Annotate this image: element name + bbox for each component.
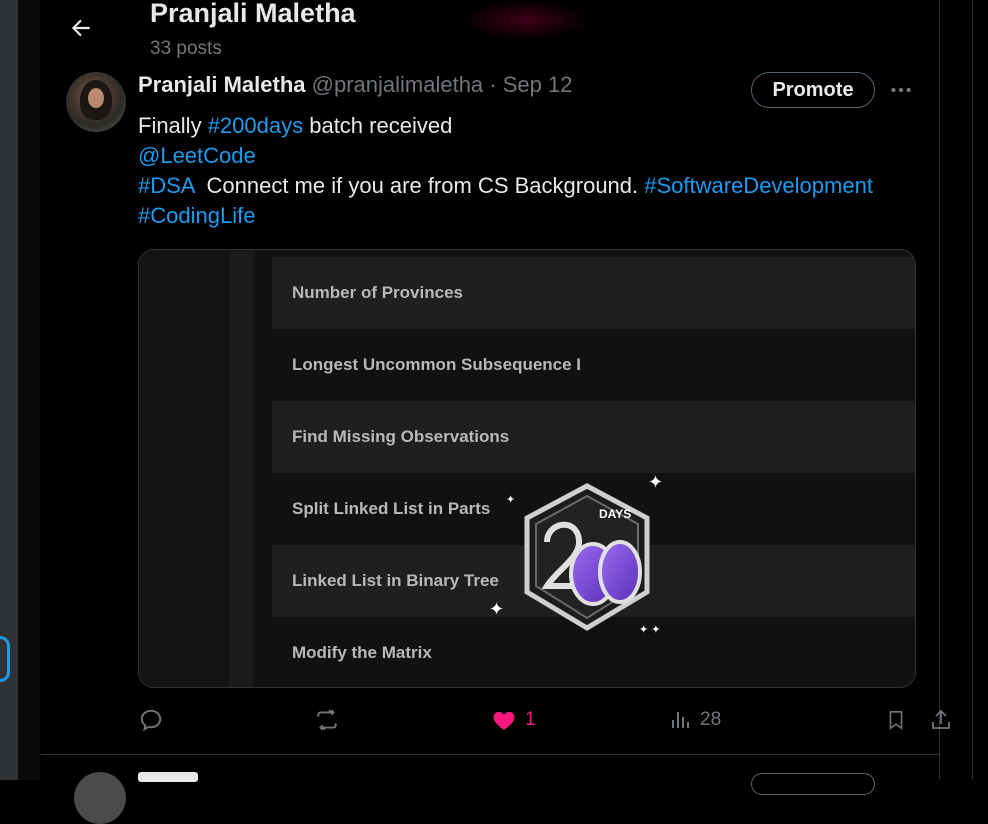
- profile-column: Pranjali Maletha 33 posts Pranjali Malet…: [41, 0, 950, 824]
- author-name[interactable]: Pranjali Maletha: [138, 72, 306, 97]
- tweet-text: Finally #200days batch received @LeetCod…: [138, 111, 928, 231]
- image-sidebar-edge: [229, 250, 254, 687]
- analytics-icon: [672, 712, 689, 728]
- heart-icon: [493, 711, 515, 730]
- problem-row: Find Missing Observations: [272, 401, 915, 473]
- divider: [41, 754, 939, 755]
- sparkle-icon: ✦ ✦: [639, 624, 661, 636]
- view-count: 28: [700, 709, 722, 730]
- promote-button[interactable]: Promote: [751, 72, 875, 108]
- promote-button[interactable]: [751, 773, 875, 795]
- views-button[interactable]: 28: [668, 700, 721, 740]
- next-tweet-author: [138, 772, 198, 782]
- like-button[interactable]: 1: [491, 700, 536, 740]
- tweet-text-segment: Connect me if you are from CS Background…: [194, 173, 645, 198]
- tweet-text-segment: Finally: [138, 113, 208, 138]
- more-icon: [891, 87, 911, 93]
- hashtag-dsa[interactable]: #DSA: [138, 173, 194, 198]
- problem-row: Longest Uncommon Subsequence I: [292, 355, 582, 374]
- tweet-text-segment: batch received: [303, 113, 453, 138]
- badge-label: DAYS: [599, 507, 631, 521]
- sparkle-icon: ✦: [506, 494, 516, 506]
- share-icon: [932, 709, 950, 729]
- bookmark-button[interactable]: [885, 700, 907, 740]
- sparkle-icon: ✦: [489, 599, 505, 619]
- mention-leetcode[interactable]: @LeetCode: [138, 143, 256, 168]
- sparkle-icon: ✦: [648, 472, 664, 492]
- like-count: 1: [525, 709, 536, 730]
- author-meta[interactable]: @pranjalimaletha · Sep 12: [312, 72, 573, 97]
- share-button[interactable]: [929, 700, 953, 740]
- repost-button[interactable]: [313, 700, 341, 740]
- tweet-actions: 1 28: [138, 700, 950, 740]
- tweet-image[interactable]: Number of Provinces Longest Uncommon Sub…: [138, 249, 916, 688]
- post-count: 33 posts: [150, 38, 222, 59]
- header-banner-glow: [461, 0, 591, 40]
- tweet-author-line: Pranjali Maletha @pranjalimaletha · Sep …: [138, 72, 572, 98]
- bookmark-icon: [889, 710, 903, 730]
- reply-button[interactable]: [138, 700, 164, 740]
- profile-header-name: Pranjali Maletha: [150, 0, 356, 28]
- 200-days-badge: DAYS: [524, 483, 650, 631]
- repost-icon: [317, 709, 337, 731]
- problem-row: Number of Provinces: [272, 257, 915, 329]
- left-rail-inner: [18, 0, 40, 780]
- image-sidebar: [139, 250, 229, 687]
- left-nav-highlight: [0, 636, 10, 682]
- hashtag-softwaredevelopment[interactable]: #SoftwareDevelopment: [644, 173, 873, 198]
- hashtag-codinglife[interactable]: #CodingLife: [138, 203, 255, 228]
- avatar[interactable]: [66, 72, 126, 132]
- hashtag-200days[interactable]: #200days: [208, 113, 303, 138]
- arrow-left-icon: [71, 19, 90, 37]
- more-button[interactable]: [885, 74, 917, 106]
- back-button[interactable]: [63, 10, 99, 46]
- right-edge: [972, 0, 988, 780]
- reply-icon: [140, 709, 162, 732]
